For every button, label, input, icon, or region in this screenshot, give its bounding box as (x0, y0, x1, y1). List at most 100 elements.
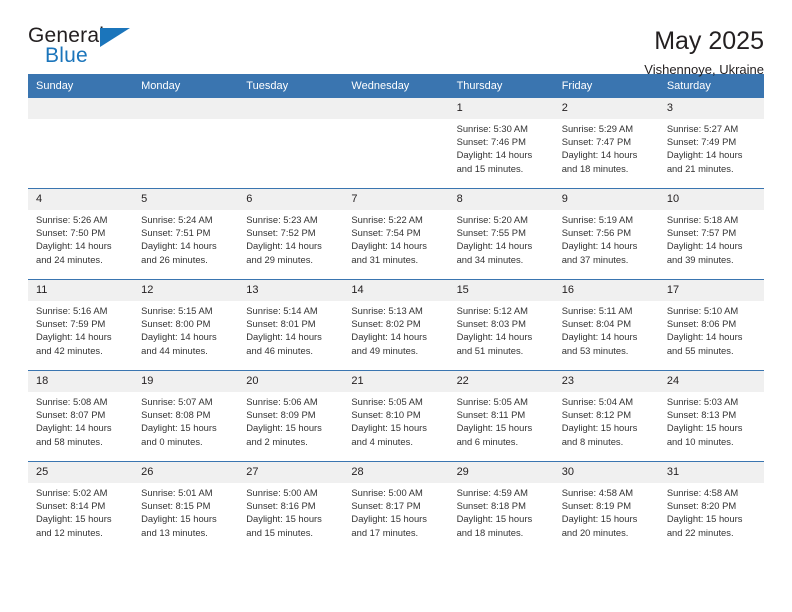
calendar-day-cell[interactable]: 29 Sunrise: 4:59 AM Sunset: 8:18 PM Dayligh… (448, 461, 554, 552)
day-7[interactable]: 7 Sunrise: 5:22 AM Sunset: 7:54 PM Daylight… (343, 189, 449, 279)
daylight-text-line2: and 20 minutes. (561, 526, 629, 538)
calendar-day-cell[interactable]: 14 Sunrise: 5:13 AM Sunset: 8:02 PM Dayligh… (343, 279, 449, 371)
day-details: Sunrise: 5:06 AM Sunset: 8:09 PM Daylight:… (238, 392, 343, 448)
calendar-day-cell[interactable]: 12 Sunrise: 5:15 AM Sunset: 8:00 PM Dayligh… (133, 279, 239, 371)
sunrise-text: Sunrise: 5:26 AM (36, 214, 108, 225)
day-details: Sunrise: 5:22 AM Sunset: 7:54 PM Daylight:… (343, 210, 448, 266)
calendar-table: Sunday Monday Tuesday Wednesday Thursday… (28, 74, 764, 552)
weekday-header-tuesday: Tuesday (238, 74, 344, 98)
day-19[interactable]: 19 Sunrise: 5:07 AM Sunset: 8:08 PM Dayligh… (133, 371, 239, 461)
day-31[interactable]: 31 Sunrise: 4:58 AM Sunset: 8:20 PM Dayligh… (658, 462, 764, 552)
calendar-day-cell[interactable] (133, 98, 239, 189)
calendar-day-cell[interactable]: 10 Sunrise: 5:18 AM Sunset: 7:57 PM Dayligh… (658, 188, 764, 280)
day-17[interactable]: 17 Sunrise: 5:10 AM Sunset: 8:06 PM Dayligh… (658, 280, 764, 370)
day-23[interactable]: 23 Sunrise: 5:04 AM Sunset: 8:12 PM Dayligh… (553, 371, 659, 461)
calendar-day-cell[interactable]: 31 Sunrise: 4:58 AM Sunset: 8:20 PM Dayligh… (658, 461, 764, 552)
day-5[interactable]: 5 Sunrise: 5:24 AM Sunset: 7:51 PM Daylight… (133, 189, 239, 279)
calendar-day-cell[interactable]: 19 Sunrise: 5:07 AM Sunset: 8:08 PM Dayligh… (133, 370, 239, 462)
day-28[interactable]: 28 Sunrise: 5:00 AM Sunset: 8:17 PM Dayligh… (343, 462, 449, 552)
calendar-day-cell[interactable]: 30 Sunrise: 4:58 AM Sunset: 8:19 PM Dayligh… (553, 461, 659, 552)
day-26[interactable]: 26 Sunrise: 5:01 AM Sunset: 8:15 PM Dayligh… (133, 462, 239, 552)
day-24[interactable]: 24 Sunrise: 5:03 AM Sunset: 8:13 PM Dayligh… (658, 371, 764, 461)
day-2[interactable]: 2 Sunrise: 5:29 AM Sunset: 7:47 PM Daylight… (553, 98, 659, 188)
calendar-day-cell[interactable] (28, 98, 134, 189)
calendar-week-row: 4 Sunrise: 5:26 AM Sunset: 7:50 PM Daylight… (28, 188, 764, 280)
calendar-day-cell[interactable]: 13 Sunrise: 5:14 AM Sunset: 8:01 PM Dayligh… (238, 279, 344, 371)
day-11[interactable]: 11 Sunrise: 5:16 AM Sunset: 7:59 PM Dayligh… (28, 280, 134, 370)
day-details: Sunrise: 5:30 AM Sunset: 7:46 PM Daylight:… (449, 119, 554, 175)
day-27[interactable]: 27 Sunrise: 5:00 AM Sunset: 8:16 PM Dayligh… (238, 462, 344, 552)
daylight-text-line1: Daylight: 14 hours (141, 331, 217, 343)
daylight-text-line1: Daylight: 15 hours (666, 422, 743, 434)
calendar-day-cell[interactable]: 11 Sunrise: 5:16 AM Sunset: 7:59 PM Dayligh… (28, 279, 134, 371)
sunrise-text: Sunrise: 5:29 AM (561, 123, 634, 134)
day-15[interactable]: 15 Sunrise: 5:12 AM Sunset: 8:03 PM Dayligh… (448, 280, 554, 370)
day-13[interactable]: 13 Sunrise: 5:14 AM Sunset: 8:01 PM Dayligh… (238, 280, 344, 370)
day-1[interactable]: 1 Sunrise: 5:30 AM Sunset: 7:46 PM Daylight… (448, 98, 554, 188)
day-3[interactable]: 3 Sunrise: 5:27 AM Sunset: 7:49 PM Daylight… (658, 98, 764, 188)
day-25[interactable]: 25 Sunrise: 5:02 AM Sunset: 8:14 PM Dayligh… (28, 462, 134, 552)
calendar-day-cell[interactable] (238, 98, 344, 189)
day-14[interactable]: 14 Sunrise: 5:13 AM Sunset: 8:02 PM Dayligh… (343, 280, 449, 370)
day-29[interactable]: 29 Sunrise: 4:59 AM Sunset: 8:18 PM Dayligh… (448, 462, 554, 552)
calendar-day-cell[interactable]: 27 Sunrise: 5:00 AM Sunset: 8:16 PM Dayligh… (238, 461, 344, 552)
day-4[interactable]: 4 Sunrise: 5:26 AM Sunset: 7:50 PM Daylight… (28, 189, 134, 279)
day-number: 11 (28, 280, 134, 301)
day-20[interactable]: 20 Sunrise: 5:06 AM Sunset: 8:09 PM Dayligh… (238, 371, 344, 461)
calendar-day-cell[interactable]: 25 Sunrise: 5:02 AM Sunset: 8:14 PM Dayligh… (28, 461, 134, 552)
calendar-day-cell[interactable]: 3 Sunrise: 5:27 AM Sunset: 7:49 PM Daylight… (658, 98, 764, 189)
day-8[interactable]: 8 Sunrise: 5:20 AM Sunset: 7:55 PM Daylight… (448, 189, 554, 279)
day-30[interactable]: 30 Sunrise: 4:58 AM Sunset: 8:19 PM Dayligh… (553, 462, 659, 552)
day-number: 10 (658, 189, 764, 210)
day-10[interactable]: 10 Sunrise: 5:18 AM Sunset: 7:57 PM Dayligh… (658, 189, 764, 279)
general-blue-logo: General Blue (28, 24, 140, 72)
daylight-text-line2: and 6 minutes. (456, 435, 519, 447)
calendar-day-cell[interactable]: 26 Sunrise: 5:01 AM Sunset: 8:15 PM Dayligh… (133, 461, 239, 552)
calendar-day-cell[interactable]: 20 Sunrise: 5:06 AM Sunset: 8:09 PM Dayligh… (238, 370, 344, 462)
daylight-text-line2: and 29 minutes. (246, 253, 313, 265)
calendar-day-cell[interactable]: 6 Sunrise: 5:23 AM Sunset: 7:52 PM Daylight… (238, 188, 344, 280)
sunset-text: Sunset: 7:47 PM (561, 136, 632, 148)
day-16[interactable]: 16 Sunrise: 5:11 AM Sunset: 8:04 PM Dayligh… (553, 280, 659, 370)
daylight-text-line1: Daylight: 15 hours (141, 513, 217, 525)
day-number: 13 (238, 280, 344, 301)
calendar-day-cell[interactable]: 28 Sunrise: 5:00 AM Sunset: 8:17 PM Dayligh… (343, 461, 449, 552)
daylight-text-line2: and 37 minutes. (561, 253, 629, 265)
sunset-text: Sunset: 7:54 PM (351, 227, 421, 239)
calendar-day-cell[interactable]: 17 Sunrise: 5:10 AM Sunset: 8:06 PM Dayligh… (658, 279, 764, 371)
day-details: Sunrise: 5:07 AM Sunset: 8:08 PM Daylight:… (133, 392, 238, 448)
calendar-day-cell[interactable] (343, 98, 449, 189)
day-9[interactable]: 9 Sunrise: 5:19 AM Sunset: 7:56 PM Daylight… (553, 189, 659, 279)
empty-day (133, 98, 239, 188)
calendar-day-cell[interactable]: 23 Sunrise: 5:04 AM Sunset: 8:12 PM Dayligh… (553, 370, 659, 462)
calendar-day-cell[interactable]: 7 Sunrise: 5:22 AM Sunset: 7:54 PM Daylight… (343, 188, 449, 280)
day-6[interactable]: 6 Sunrise: 5:23 AM Sunset: 7:52 PM Daylight… (238, 189, 344, 279)
calendar-day-cell[interactable]: 9 Sunrise: 5:19 AM Sunset: 7:56 PM Daylight… (553, 188, 659, 280)
calendar-day-cell[interactable]: 8 Sunrise: 5:20 AM Sunset: 7:55 PM Daylight… (448, 188, 554, 280)
calendar-day-cell[interactable]: 18 Sunrise: 5:08 AM Sunset: 8:07 PM Dayligh… (28, 370, 134, 462)
calendar-day-cell[interactable]: 24 Sunrise: 5:03 AM Sunset: 8:13 PM Dayligh… (658, 370, 764, 462)
calendar-day-cell[interactable]: 1 Sunrise: 5:30 AM Sunset: 7:46 PM Daylight… (448, 98, 554, 189)
sunset-text: Sunset: 8:18 PM (456, 500, 526, 512)
calendar-day-cell[interactable]: 2 Sunrise: 5:29 AM Sunset: 7:47 PM Daylight… (553, 98, 659, 189)
daylight-text-line2: and 15 minutes. (456, 162, 524, 174)
calendar-day-cell[interactable]: 15 Sunrise: 5:12 AM Sunset: 8:03 PM Dayligh… (448, 279, 554, 371)
day-21[interactable]: 21 Sunrise: 5:05 AM Sunset: 8:10 PM Dayligh… (343, 371, 449, 461)
calendar-day-cell[interactable]: 21 Sunrise: 5:05 AM Sunset: 8:10 PM Dayligh… (343, 370, 449, 462)
day-number: 18 (28, 371, 134, 392)
calendar-day-cell[interactable]: 16 Sunrise: 5:11 AM Sunset: 8:04 PM Dayligh… (553, 279, 659, 371)
calendar-day-cell[interactable]: 22 Sunrise: 5:05 AM Sunset: 8:11 PM Dayligh… (448, 370, 554, 462)
day-22[interactable]: 22 Sunrise: 5:05 AM Sunset: 8:11 PM Dayligh… (448, 371, 554, 461)
sunset-text: Sunset: 8:13 PM (666, 409, 737, 421)
sunrise-text: Sunrise: 5:00 AM (351, 487, 423, 498)
day-12[interactable]: 12 Sunrise: 5:15 AM Sunset: 8:00 PM Dayligh… (133, 280, 239, 370)
day-details: Sunrise: 5:13 AM Sunset: 8:02 PM Daylight:… (343, 301, 448, 357)
day-18[interactable]: 18 Sunrise: 5:08 AM Sunset: 8:07 PM Dayligh… (28, 371, 134, 461)
sunrise-text: Sunrise: 5:30 AM (456, 123, 528, 134)
daylight-text-line2: and 42 minutes. (36, 344, 103, 356)
daylight-text-line1: Daylight: 14 hours (666, 149, 743, 161)
sunrise-text: Sunrise: 5:06 AM (246, 396, 318, 407)
calendar-day-cell[interactable]: 5 Sunrise: 5:24 AM Sunset: 7:51 PM Daylight… (133, 188, 239, 280)
calendar-day-cell[interactable]: 4 Sunrise: 5:26 AM Sunset: 7:50 PM Daylight… (28, 188, 134, 280)
day-details: Sunrise: 5:05 AM Sunset: 8:10 PM Daylight:… (343, 392, 448, 448)
